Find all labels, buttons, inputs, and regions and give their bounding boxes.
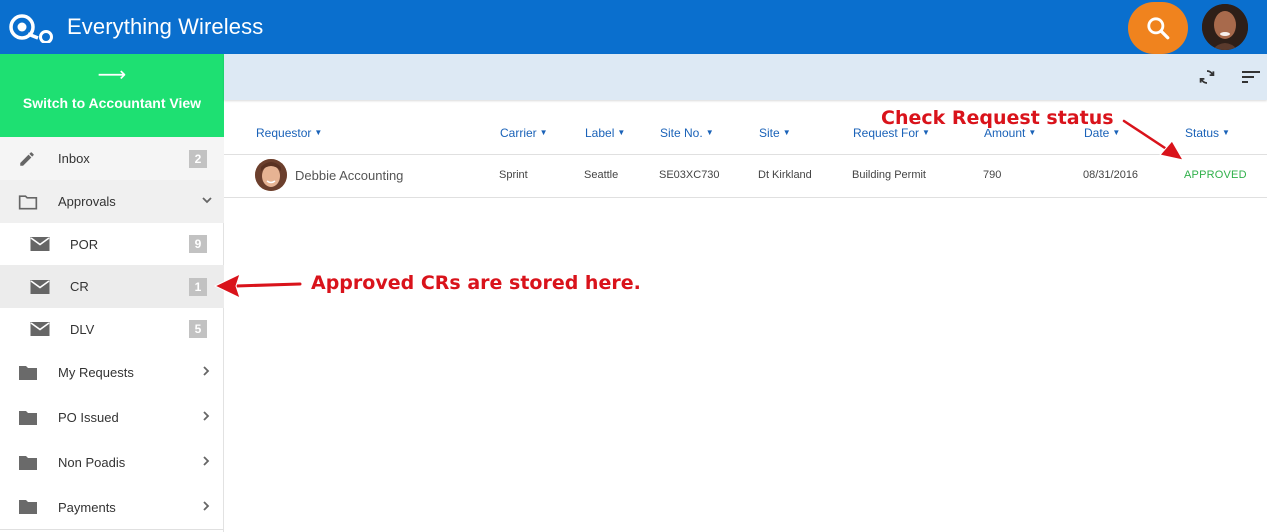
- annotation-arrows: [213, 118, 1184, 299]
- status-annotation-text: Check Request status: [881, 107, 1114, 129]
- cr-annotation-text: Approved CRs are stored here.: [311, 272, 641, 294]
- app-root: Everything Wireless ⟶ Switch to Accounta…: [0, 0, 1267, 532]
- cr-annotation-arrow: [213, 273, 303, 299]
- status-annotation-arrow: [1121, 118, 1184, 161]
